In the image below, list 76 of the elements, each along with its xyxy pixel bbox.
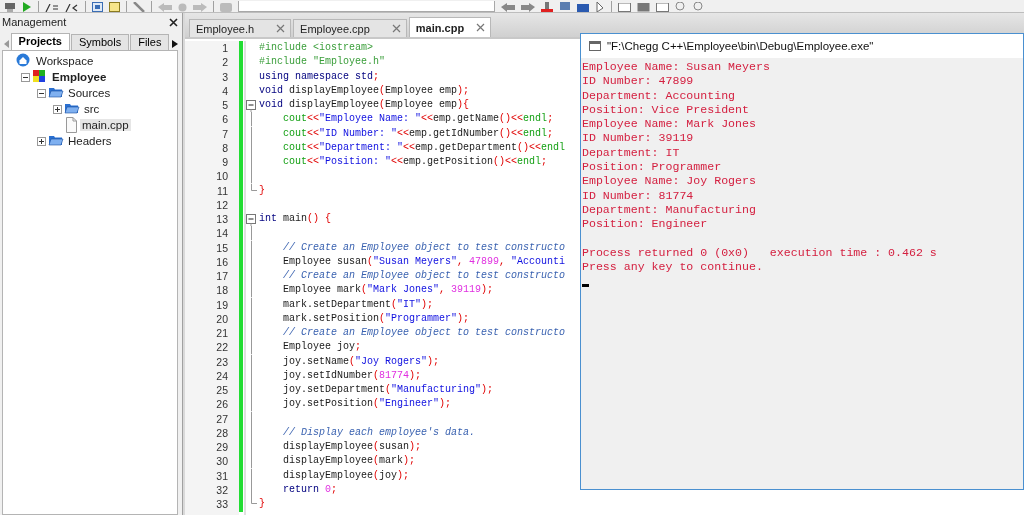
highlighter-icon[interactable] xyxy=(541,2,553,12)
folder-icon xyxy=(48,85,64,101)
console-output-line: Employee Name: Mark Jones xyxy=(582,117,756,132)
toolbar-combo-box[interactable] xyxy=(238,1,495,12)
panel-tab[interactable]: Projects xyxy=(10,33,70,50)
console-output-line: Employee Name: Susan Meyers xyxy=(582,60,770,75)
expand-icon[interactable] xyxy=(37,136,46,146)
code-line: return 0; xyxy=(283,482,338,497)
collapse-icon[interactable] xyxy=(37,88,46,98)
console-output-line: Position: Engineer xyxy=(582,217,708,232)
code-line: cout<<"Position: "<<emp.getPosition()<<endl; xyxy=(283,155,548,169)
console-output-line: ID Number: 47899 xyxy=(582,74,694,89)
code-line: Employee mark("Mark Jones", 39119); xyxy=(283,283,494,298)
panel-tab[interactable]: Symbols xyxy=(71,34,130,50)
code-line: } xyxy=(259,183,265,198)
code-line: joy.setDepartment("Manufacturing"); xyxy=(283,383,494,397)
code-line: cout<<"Employee Name: "<<emp.getName()<<endl; xyxy=(283,112,554,127)
editor-tab[interactable]: Employee.cpp xyxy=(293,19,407,37)
code-line: displayEmployee(susan); xyxy=(283,440,422,454)
code-line: // Create an Employee object to test constructo xyxy=(283,269,566,283)
code-line: mark.setPosition("Programmer"); xyxy=(283,311,470,326)
tree-item[interactable]: Workspace xyxy=(34,55,96,67)
code-line: } xyxy=(259,497,265,511)
code-line: // Create an Employee object to test constructo xyxy=(283,326,566,340)
window-title: "F:\Chegg C++\Employee\bin\Debug\Employee.exe" xyxy=(607,40,874,52)
console-output-line: Employee Name: Joy Rogers xyxy=(582,174,756,189)
code-line: joy.setPosition("Engineer"); xyxy=(283,397,452,412)
console-output-line: ID Number: 39119 xyxy=(582,131,694,146)
code-line: cout<<"ID Number: "<<emp.getIdNumber()<<endl; xyxy=(283,126,554,141)
console-output-line: Press any key to continue. xyxy=(582,260,763,275)
console-output-line: Department: IT xyxy=(582,145,680,161)
code-line: void displayEmployee(Employee emp); xyxy=(259,83,470,98)
close-icon[interactable] xyxy=(169,17,178,27)
tree-item[interactable]: src xyxy=(82,103,102,115)
console-output-line: Department: Accounting xyxy=(582,88,736,103)
globe-house-icon xyxy=(16,53,32,69)
code-line: mark.setDepartment("IT"); xyxy=(283,297,434,312)
code-line: joy.setName("Joy Rogers"); xyxy=(283,354,440,369)
code-line: Employee susan("Susan Meyers", 47899, "Accounti xyxy=(283,254,566,269)
tree-item[interactable]: main.cpp xyxy=(80,119,131,131)
run-icon[interactable] xyxy=(22,2,32,12)
panel-tab[interactable]: Files xyxy=(130,34,170,50)
code-line: int main() { xyxy=(259,212,332,226)
arrow-right-icon[interactable] xyxy=(521,3,535,12)
tree-item[interactable]: Headers xyxy=(66,135,114,147)
console-output-line: ID Number: 81774 xyxy=(582,188,694,203)
console-output-line: Position: Vice President xyxy=(582,102,749,118)
code-line: joy.setIdNumber(81774); xyxy=(283,368,422,383)
expand-icon[interactable] xyxy=(53,104,62,114)
fold-end-line xyxy=(250,183,257,191)
console-output-line: Process returned 0 (0x0) execution time : 0.462 s xyxy=(582,245,937,261)
code-line: using namespace std; xyxy=(259,69,380,84)
panel-title: Management xyxy=(2,16,67,28)
editor-tab[interactable]: main.cpp xyxy=(408,17,492,37)
code-line: // Display each employee's data. xyxy=(283,425,476,440)
tree-item[interactable]: Sources xyxy=(66,87,113,99)
code-line: displayEmployee(joy); xyxy=(283,468,410,483)
fold-end-line xyxy=(250,497,257,504)
console-window-icon xyxy=(589,41,601,51)
code-line: Employee joy; xyxy=(283,340,362,355)
collapse-icon[interactable] xyxy=(21,72,30,82)
code-line: // Create an Employee object to test constructo xyxy=(283,240,566,255)
folder-icon xyxy=(48,133,64,149)
code-line: void displayEmployee(Employee emp){ xyxy=(259,98,470,112)
code-line: #include <iostream> xyxy=(259,41,374,55)
editor-tab[interactable]: Employee.h xyxy=(189,19,292,37)
console-output-line: Department: Manufacturing xyxy=(582,202,756,218)
code-line: displayEmployee(mark); xyxy=(283,454,416,469)
arrow-left-icon[interactable] xyxy=(501,3,515,12)
window-icon[interactable] xyxy=(637,3,650,12)
code-line: cout<<"Department: "<<emp.getDepartment()<<endl xyxy=(283,140,566,155)
console-output-line: Position: Programmer xyxy=(582,160,722,175)
colored-squares-icon xyxy=(32,69,48,85)
tree-item[interactable]: Employee xyxy=(50,71,109,83)
code-line: #include "Employee.h" xyxy=(259,55,386,70)
folder-icon xyxy=(64,101,80,117)
